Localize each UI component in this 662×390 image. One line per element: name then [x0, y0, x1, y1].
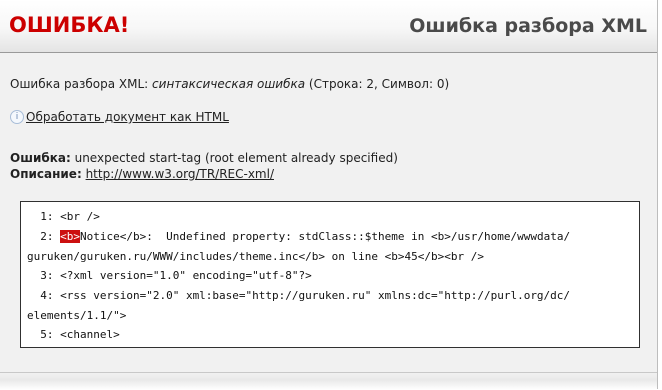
error-label: Ошибка:	[10, 151, 71, 165]
page-header: ОШИБКА! Ошибка разбора XML	[0, 0, 657, 53]
code-line-2-rest: Notice</b>: Undefined property: stdClass…	[80, 230, 571, 243]
description-label: Описание:	[10, 167, 82, 181]
code-line-2-prefix: 2:	[27, 230, 61, 243]
code-line-4: 4: <rss version="2.0" xml:base="http://g…	[27, 289, 571, 302]
spec-link[interactable]: http://www.w3.org/TR/REC-xml/	[86, 167, 274, 181]
error-heading: ОШИБКА!	[9, 13, 130, 37]
code-line-4-wrap: elements/1.1/">	[27, 309, 127, 322]
code-line-1: 1: <br />	[27, 210, 100, 223]
code-line-2-wrap: guruken/guruken.ru/WWW/includes/theme.in…	[27, 250, 484, 263]
error-summary: Ошибка разбора XML: синтаксическая ошибк…	[10, 77, 449, 91]
process-as-html-link[interactable]: Обработать документ как HTML	[26, 110, 229, 124]
error-highlight: <b>	[60, 230, 80, 243]
code-line-5: 5: <channel>	[27, 328, 120, 341]
error-position: (Строка: 2, Символ: 0)	[305, 77, 450, 91]
code-line-3: 3: <?xml version="1.0" encoding="utf-8"?…	[27, 269, 312, 282]
code-line-2: 2: <b>Notice</b>: Undefined property: st…	[27, 230, 570, 244]
process-as-html-row: i Обработать документ как HTML	[10, 110, 229, 124]
error-type: синтаксическая ошибка	[152, 77, 306, 91]
error-page: ОШИБКА! Ошибка разбора XML Ошибка разбор…	[0, 0, 658, 390]
bottom-bar	[0, 372, 657, 390]
info-icon: i	[10, 110, 24, 124]
description-row: Описание: http://www.w3.org/TR/REC-xml/	[10, 167, 274, 181]
error-detail-row: Ошибка: unexpected start-tag (root eleme…	[10, 151, 398, 165]
source-code-box: 1: <br /> 2: <b>Notice</b>: Undefined pr…	[20, 201, 640, 348]
summary-prefix: Ошибка разбора XML:	[10, 77, 153, 91]
page-title: Ошибка разбора XML	[409, 15, 647, 37]
error-text: unexpected start-tag (root element alrea…	[70, 151, 398, 165]
